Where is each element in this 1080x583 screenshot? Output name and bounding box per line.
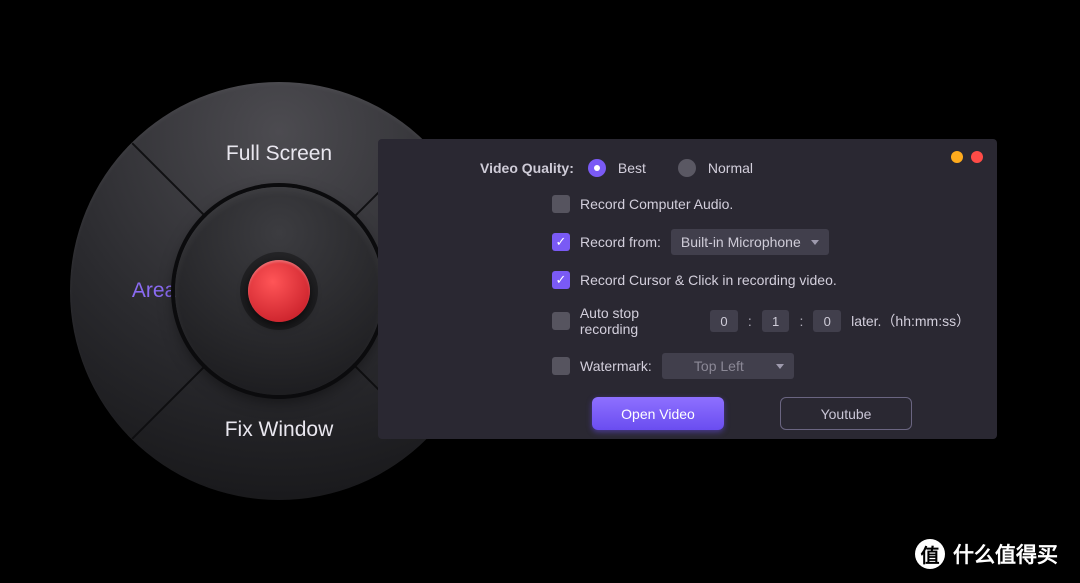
select-record-from-value: Built-in Microphone xyxy=(681,234,801,250)
checkbox-record-cursor[interactable] xyxy=(552,271,570,289)
button-row: Open Video Youtube xyxy=(592,397,969,430)
record-from-label: Record from: xyxy=(580,234,661,250)
auto-stop-mm[interactable]: 1 xyxy=(762,310,790,332)
colon: : xyxy=(748,313,752,329)
record-cursor-label: Record Cursor & Click in recording video… xyxy=(580,272,837,288)
dial-hub xyxy=(175,187,383,395)
mode-fix-window[interactable]: Fix Window xyxy=(209,418,349,442)
select-watermark-value: Top Left xyxy=(672,358,766,374)
open-video-button[interactable]: Open Video xyxy=(592,397,724,430)
minimize-dot[interactable] xyxy=(951,151,963,163)
mode-full-screen[interactable]: Full Screen xyxy=(209,142,349,166)
chevron-down-icon xyxy=(776,364,784,369)
record-audio-row: Record Computer Audio. xyxy=(552,195,969,213)
auto-stop-row: Auto stop recording 0 : 1 : 0 later.（hh:… xyxy=(552,305,969,337)
window-controls xyxy=(951,151,983,163)
radio-normal[interactable] xyxy=(678,159,696,177)
record-button[interactable] xyxy=(248,260,310,322)
record-audio-label: Record Computer Audio. xyxy=(580,196,733,212)
checkbox-record-audio[interactable] xyxy=(552,195,570,213)
chevron-down-icon xyxy=(811,240,819,245)
youtube-button[interactable]: Youtube xyxy=(780,397,912,430)
colon: : xyxy=(799,313,803,329)
settings-panel: Video Quality: Best Normal Record Comput… xyxy=(378,139,997,439)
close-dot[interactable] xyxy=(971,151,983,163)
select-record-from[interactable]: Built-in Microphone xyxy=(671,229,829,255)
auto-stop-ss[interactable]: 0 xyxy=(813,310,841,332)
watermark-text: 什么值得买 xyxy=(953,539,1058,569)
video-quality-label: Video Quality: xyxy=(480,160,574,176)
video-quality-row: Video Quality: Best Normal xyxy=(480,159,969,177)
auto-stop-suffix: later.（hh:mm:ss） xyxy=(851,311,969,331)
record-cursor-row: Record Cursor & Click in recording video… xyxy=(552,271,969,289)
radio-best[interactable] xyxy=(588,159,606,177)
auto-stop-hh[interactable]: 0 xyxy=(710,310,738,332)
select-watermark-position[interactable]: Top Left xyxy=(662,353,794,379)
checkbox-record-from[interactable] xyxy=(552,233,570,251)
watermark-row: Watermark: Top Left xyxy=(552,353,969,379)
radio-normal-label: Normal xyxy=(708,160,753,176)
auto-stop-label: Auto stop recording xyxy=(580,305,700,337)
checkbox-watermark[interactable] xyxy=(552,357,570,375)
watermark-label: Watermark: xyxy=(580,358,652,374)
record-from-row: Record from: Built-in Microphone xyxy=(552,229,969,255)
site-watermark: 值 什么值得买 xyxy=(915,539,1058,569)
radio-best-label: Best xyxy=(618,160,646,176)
watermark-badge-icon: 值 xyxy=(915,539,945,569)
checkbox-auto-stop[interactable] xyxy=(552,312,570,330)
